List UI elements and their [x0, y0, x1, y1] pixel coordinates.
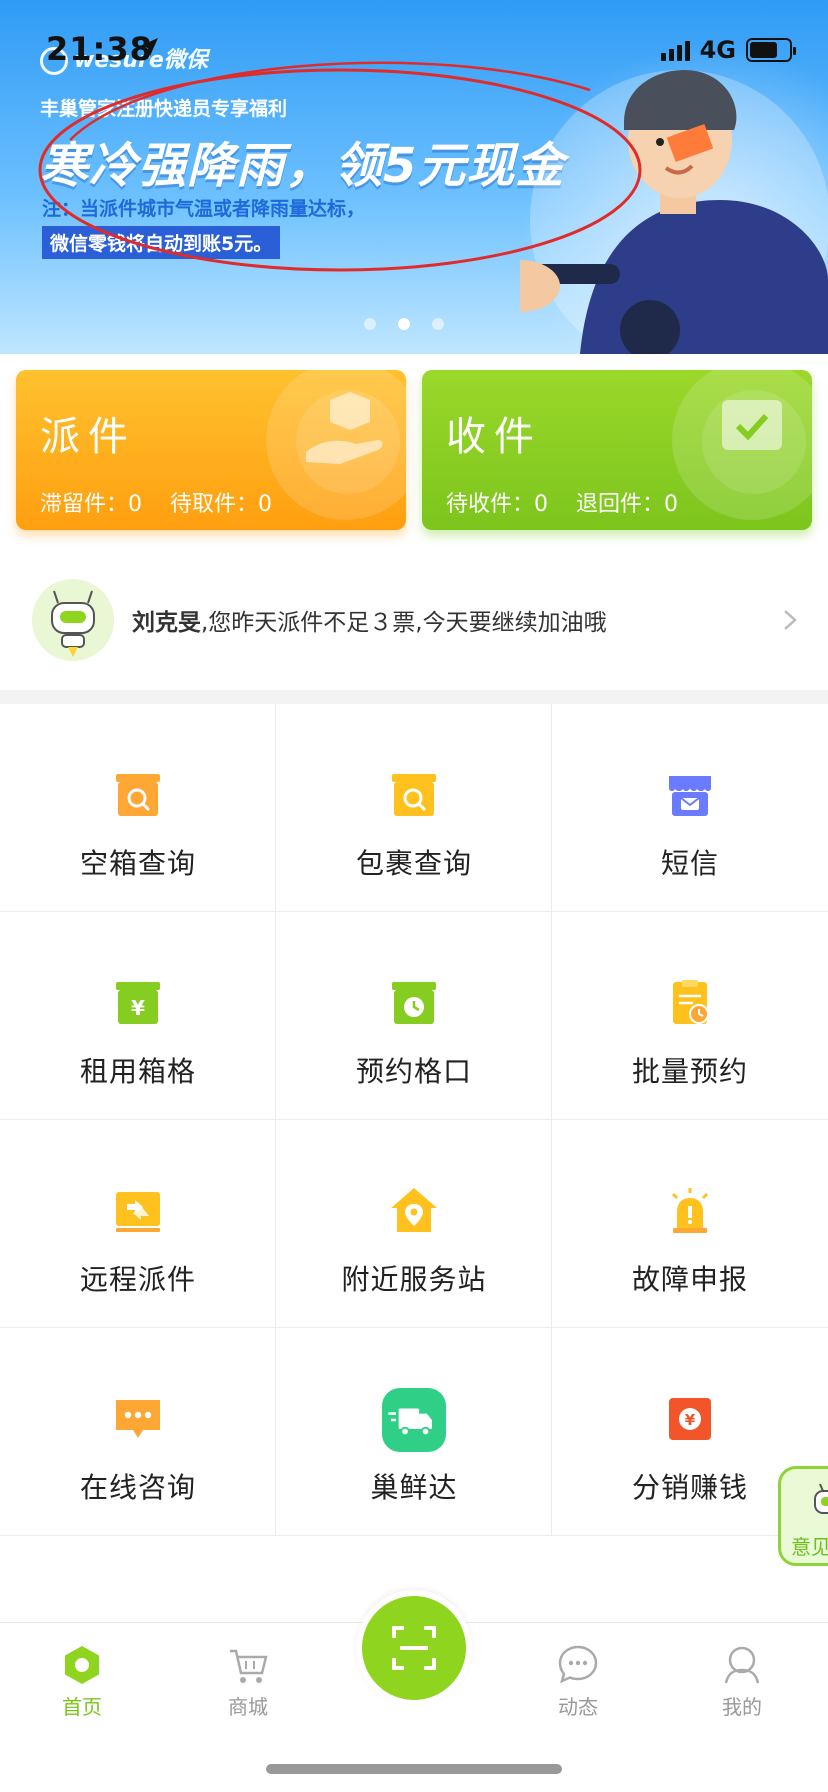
awaiting-pickup-count: 待取件：0 [170, 492, 272, 517]
box-search-icon [116, 774, 160, 816]
tab-mall[interactable]: 商城 [188, 1643, 308, 1720]
action-cards: 派件 滞留件：0 待取件：0 收件 待收件：0 退回件：0 [16, 370, 812, 530]
carousel-dot-active[interactable] [398, 318, 410, 330]
grid-item-label: 批量预约 [631, 1055, 748, 1088]
grid-item-label: 附近服务站 [341, 1263, 487, 1296]
svg-text:¥: ¥ [131, 996, 145, 1020]
grid-item-label: 租用箱格 [79, 1055, 196, 1088]
robot-icon [814, 1483, 828, 1514]
tab-mine-label: 我的 [722, 1695, 762, 1719]
tab-feed[interactable]: 动态 [518, 1643, 638, 1720]
shopping-cart-icon [230, 1649, 268, 1683]
grid-item-remote-delivery[interactable]: 远程派件 [0, 1120, 276, 1328]
grid-item-package-query[interactable]: 包裹查询 [276, 704, 552, 912]
receive-card[interactable]: 收件 待收件：0 退回件：0 [422, 370, 812, 530]
grid-item-label: 短信 [660, 847, 719, 880]
rent-box-icon: ¥ [116, 982, 160, 1024]
receive-card-stats: 待收件：0 退回件：0 [446, 486, 678, 518]
feedback-label: 意见 [791, 1535, 828, 1559]
remote-delivery-icon [116, 1192, 160, 1232]
grid-item-fresh-delivery[interactable]: 巢鲜达 [276, 1328, 552, 1536]
send-card-title: 派件 [40, 414, 136, 460]
carousel-indicator [364, 318, 444, 330]
grid-item-batch-reserve[interactable]: 批量预约 [552, 912, 828, 1120]
promo-banner[interactable]: wesure微保 21:38 4G 丰巢管家注册快递员专享福利 寒冷强降雨，领5… [0, 0, 828, 354]
feedback-floating-button[interactable]: 意见 [778, 1466, 828, 1566]
grid-item-sms[interactable]: 短信 [552, 704, 828, 912]
carousel-dot[interactable] [364, 318, 376, 330]
tab-feed-label: 动态 [558, 1695, 598, 1719]
notice-body: ,您昨天派件不足３票,今天要继续加油哦 [201, 610, 607, 636]
reserve-slot-icon [392, 982, 436, 1024]
grid-item-label: 巢鲜达 [370, 1471, 458, 1504]
grid-item-rent-box[interactable]: ¥ 租用箱格 [0, 912, 276, 1120]
scan-icon [392, 1626, 436, 1670]
svg-text:¥: ¥ [685, 1411, 696, 1429]
package-search-icon [392, 774, 436, 816]
receive-card-title: 收件 [446, 414, 542, 460]
box-check-icon [722, 400, 782, 450]
grid-item-label: 包裹查询 [355, 847, 472, 880]
online-consult-icon [116, 1400, 160, 1438]
grid-item-empty-box-query[interactable]: 空箱查询 [0, 704, 276, 912]
returned-count: 退回件：0 [576, 492, 678, 517]
carousel-dot[interactable] [432, 318, 444, 330]
sms-store-icon [669, 776, 711, 816]
robot-avatar-icon [32, 579, 114, 661]
user-profile-icon [724, 1646, 760, 1684]
hand-package-icon [306, 392, 383, 464]
grid-item-online-consult[interactable]: 在线咨询 [0, 1328, 276, 1536]
notice-message: 刘克旻,您昨天派件不足３票,今天要继续加油哦 [132, 603, 607, 637]
batch-reserve-icon [673, 980, 709, 1024]
grid-item-label: 远程派件 [79, 1263, 196, 1296]
tab-mine[interactable]: 我的 [682, 1643, 802, 1720]
tab-home[interactable]: 首页 [22, 1643, 142, 1720]
grid-item-label: 故障申报 [631, 1263, 748, 1296]
grid-item-label: 空箱查询 [79, 847, 196, 880]
grid-item-fault-report[interactable]: 故障申报 [552, 1120, 828, 1328]
fresh-truck-icon [382, 1388, 446, 1452]
stranded-count: 滞留件：0 [40, 492, 142, 517]
grid-item-label: 在线咨询 [79, 1471, 196, 1504]
home-hexagon-icon [65, 1646, 99, 1684]
distribution-money-icon: ¥ [669, 1398, 711, 1440]
notice-user-name: 刘克旻 [132, 610, 201, 636]
send-card[interactable]: 派件 滞留件：0 待取件：0 [16, 370, 406, 530]
section-divider [0, 690, 828, 704]
function-grid: 空箱查询 包裹查询 短信 ¥ 租用箱格 预约格口 批量预约 远程派件 附近服务站… [0, 704, 828, 1536]
grid-item-nearby-station[interactable]: 附近服务站 [276, 1120, 552, 1328]
grid-item-label: 预约格口 [355, 1055, 472, 1088]
grid-item-reserve-slot[interactable]: 预约格口 [276, 912, 552, 1120]
chevron-right-icon [784, 610, 797, 630]
fault-report-icon [671, 1188, 709, 1233]
nearby-station-icon [391, 1188, 437, 1232]
scan-button[interactable] [362, 1596, 466, 1700]
send-card-stats: 滞留件：0 待取件：0 [40, 486, 272, 518]
to-receive-count: 待收件：0 [446, 492, 548, 517]
chat-bubble-icon [558, 1645, 598, 1684]
home-indicator [266, 1764, 562, 1774]
handdrawn-annotation-circle [38, 61, 642, 272]
tab-home-label: 首页 [62, 1695, 102, 1719]
tab-mall-label: 商城 [228, 1695, 268, 1719]
notice-bar[interactable]: 刘克旻,您昨天派件不足３票,今天要继续加油哦 [0, 550, 828, 690]
